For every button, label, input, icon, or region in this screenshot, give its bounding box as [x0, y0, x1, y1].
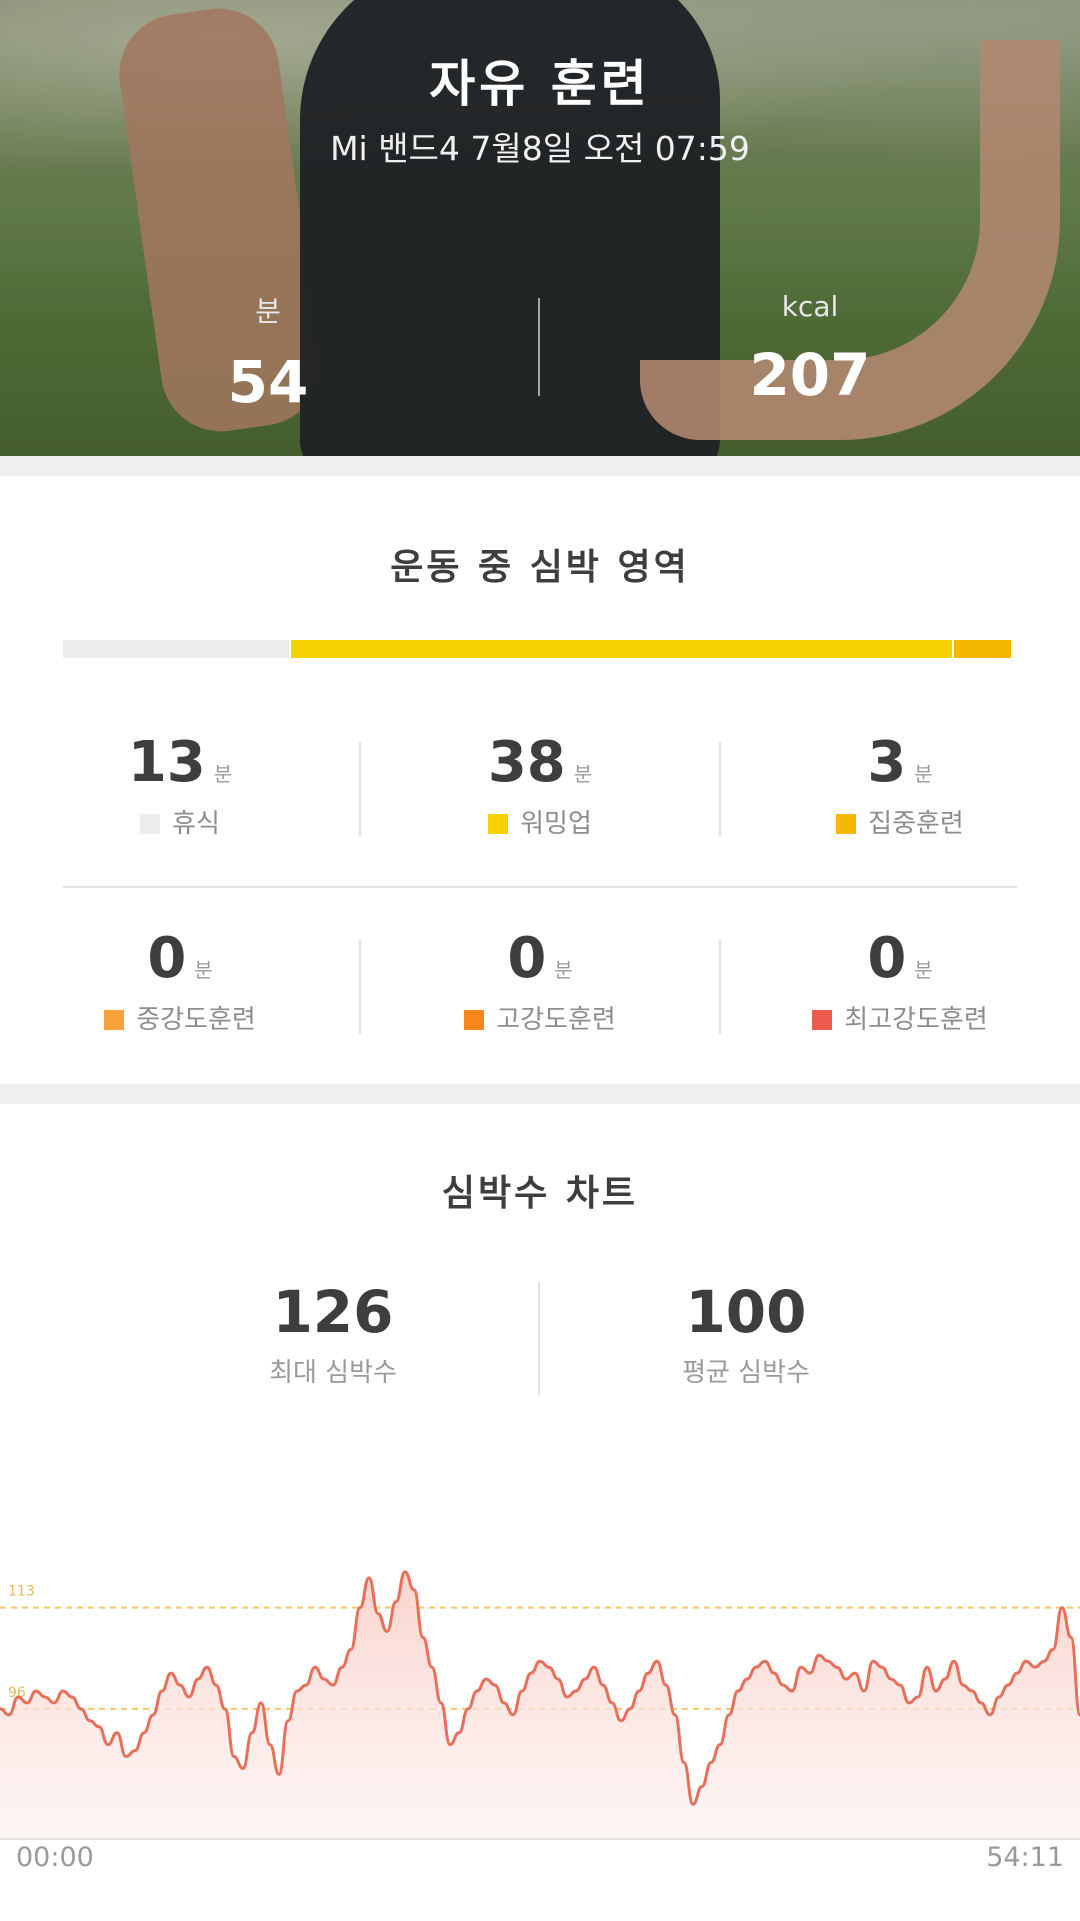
- calorie-value: 207: [749, 341, 871, 409]
- heart-stat-divider: [538, 1282, 540, 1396]
- heart-chart-title: 심박수 차트: [441, 1173, 639, 1214]
- zone-color-swatch: [488, 814, 509, 834]
- zone-value: 38: [487, 730, 566, 795]
- zone-unit: 분: [914, 958, 933, 982]
- max-heart-rate: 126 최대 심박수: [133, 1278, 533, 1389]
- zone-warmup: 38 분 워밍업: [360, 730, 720, 840]
- section-gap: [0, 456, 1080, 476]
- reference-label-0: 113: [8, 1584, 35, 1600]
- avg-heart-rate-label: 평균 심박수: [682, 1358, 810, 1388]
- page-title: 자유 훈련: [429, 55, 651, 113]
- zone-focus: 3분 집중훈련: [720, 730, 1080, 840]
- duration-unit: 분: [255, 295, 281, 328]
- zone-moderate: 0분 중강도훈련: [0, 926, 360, 1036]
- zone-unit: 분: [914, 762, 933, 786]
- zone-unit: 분: [573, 762, 593, 786]
- zone-value: 3: [867, 730, 907, 795]
- zone-row-divider: [63, 886, 1017, 888]
- zone-max: 0분 최고강도훈련: [720, 926, 1080, 1036]
- max-heart-rate-value: 126: [272, 1278, 394, 1346]
- duration-value: 54: [227, 348, 309, 416]
- zone-label: 최고강도훈련: [844, 1005, 988, 1035]
- calorie-stat: kcal 207: [660, 290, 960, 409]
- zone-rest: 13 분 휴식: [0, 730, 360, 840]
- zone-bar-segment-focus: [954, 640, 1011, 658]
- zone-value: 0: [867, 926, 907, 991]
- zone-label: 집중훈련: [868, 809, 964, 839]
- section-gap: [0, 1084, 1080, 1104]
- stat-divider: [538, 298, 540, 396]
- zone-color-swatch: [812, 1010, 833, 1030]
- chart-end-time: 54:11: [986, 1842, 1064, 1873]
- zone-label: 고강도훈련: [496, 1005, 616, 1035]
- zone-unit: 분: [554, 958, 573, 982]
- zone-unit: 분: [213, 762, 233, 786]
- duration-stat: 분 54: [118, 290, 418, 416]
- heart-rate-chart: 11396: [0, 1570, 1080, 1840]
- zone-color-swatch: [104, 1010, 125, 1030]
- zone-unit: 분: [194, 958, 213, 982]
- hero-header: 자유 훈련 Mi 밴드4 7월8일 오전 07:59 분 54 kcal 207: [0, 0, 1080, 456]
- zone-value: 0: [147, 926, 187, 991]
- zone-color-swatch: [140, 814, 161, 834]
- device-date-subtitle: Mi 밴드4 7월8일 오전 07:59: [330, 129, 750, 168]
- zone-bar-segment-warmup: [290, 640, 953, 658]
- zone-distribution-bar: [63, 640, 1011, 658]
- calorie-unit: kcal: [781, 290, 839, 323]
- heart-rate-area: [0, 1571, 1080, 1840]
- zone-color-swatch: [836, 814, 857, 834]
- zones-title: 운동 중 심박 영역: [390, 547, 690, 588]
- avg-heart-rate: 100 평균 심박수: [546, 1278, 946, 1389]
- zone-value: 13: [127, 730, 206, 795]
- avg-heart-rate-value: 100: [685, 1278, 807, 1346]
- zone-value: 0: [507, 926, 547, 991]
- zone-bar-segment-rest: [63, 640, 289, 658]
- zone-label: 휴식: [172, 809, 220, 839]
- zone-color-swatch: [464, 1010, 485, 1030]
- chart-start-time: 00:00: [16, 1842, 94, 1873]
- zone-label: 워밍업: [520, 809, 592, 839]
- max-heart-rate-label: 최대 심박수: [269, 1358, 397, 1388]
- zone-high: 0분 고강도훈련: [360, 926, 720, 1036]
- zone-label: 중강도훈련: [136, 1005, 256, 1035]
